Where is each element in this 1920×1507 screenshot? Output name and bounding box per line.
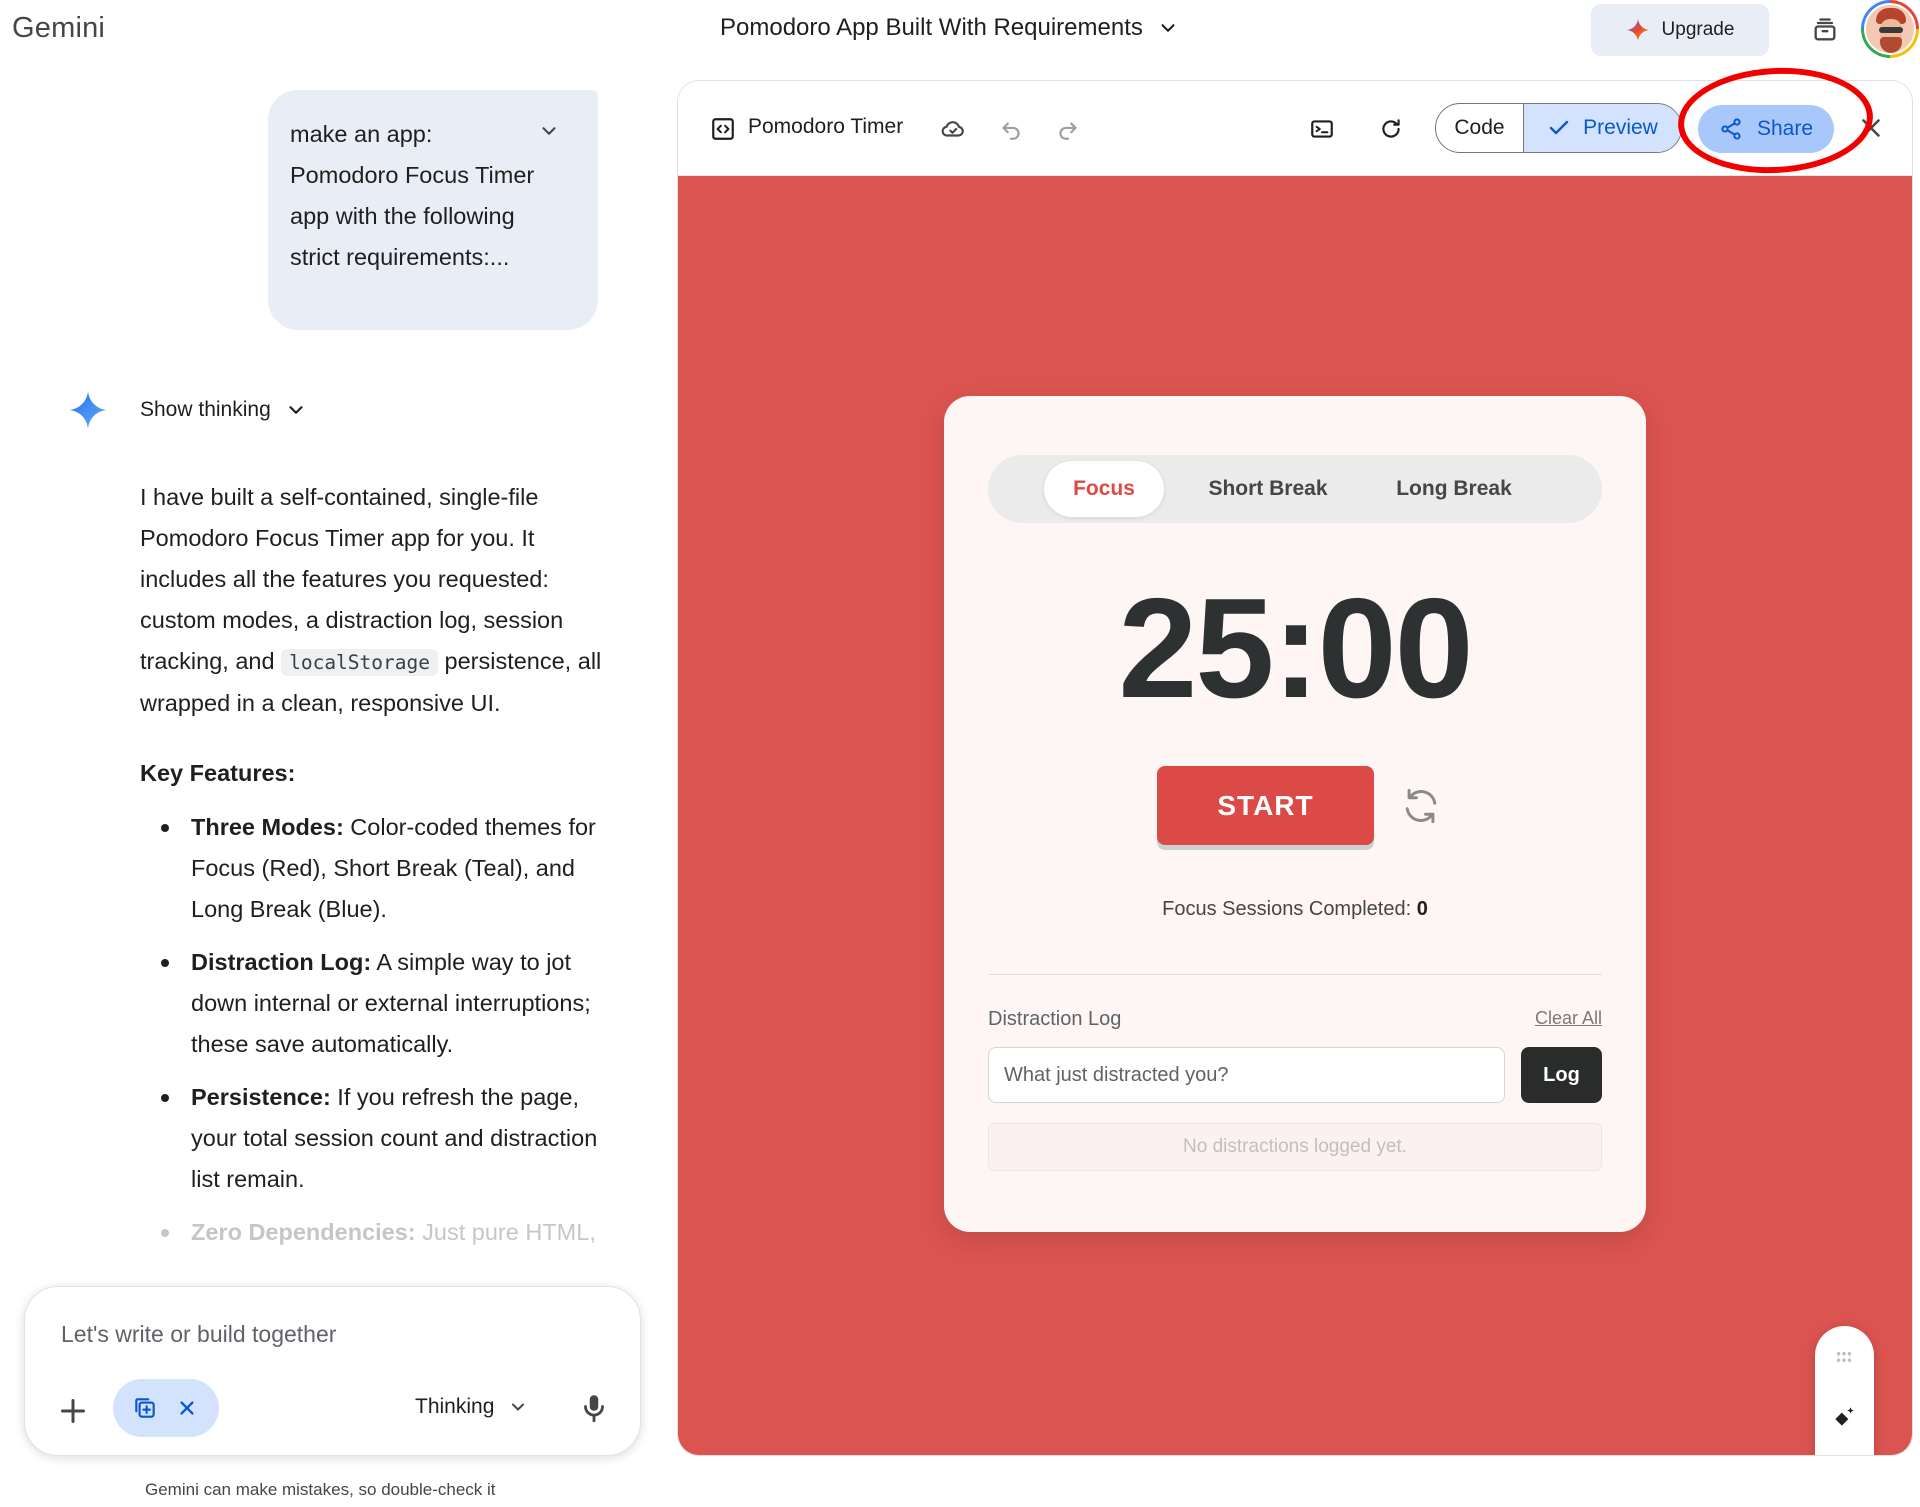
cloud-save-button[interactable] <box>938 114 968 144</box>
feature-title: Three Modes: <box>191 814 344 840</box>
drag-dots-icon <box>1836 1352 1852 1362</box>
show-thinking-toggle[interactable]: Show thinking <box>68 390 307 430</box>
close-icon[interactable] <box>174 1395 200 1421</box>
sessions-label: Focus Sessions Completed: <box>1162 898 1412 920</box>
magic-edit-icon <box>1835 1407 1854 1426</box>
divider <box>988 974 1602 975</box>
console-button[interactable] <box>1307 114 1337 144</box>
gemini-spark-icon <box>69 391 107 429</box>
top-bar: Gemini Pomodoro App Built With Requireme… <box>0 0 1920 62</box>
conversation-title-menu[interactable]: Pomodoro App Built With Requirements <box>720 14 1179 42</box>
undo-icon <box>1002 122 1020 140</box>
distraction-input[interactable] <box>988 1047 1505 1103</box>
prompt-input-box[interactable]: Let's write or build together Thinking <box>24 1286 641 1456</box>
mode-selector: Focus Short Break Long Break <box>988 455 1602 523</box>
model-mode-select[interactable]: Thinking <box>415 1395 528 1419</box>
tab-focus[interactable]: Focus <box>1044 461 1164 517</box>
canvas-icon <box>135 1398 155 1418</box>
archive-icon <box>1814 18 1836 41</box>
sessions-counter: Focus Sessions Completed: 0 <box>944 898 1646 921</box>
user-message-bubble: make an app: Pomodoro Focus Timer app wi… <box>268 90 598 330</box>
inline-code: localStorage <box>281 649 438 676</box>
user-message-text: make an app: Pomodoro Focus Timer app wi… <box>290 121 535 270</box>
undo-button[interactable] <box>996 114 1026 144</box>
preview-tab[interactable]: Preview <box>1524 104 1681 152</box>
start-button[interactable]: START <box>1157 766 1374 845</box>
microphone-icon[interactable] <box>577 1391 611 1425</box>
list-item: Distraction Log: A simple way to jot dow… <box>140 942 610 1065</box>
log-button[interactable]: Log <box>1521 1047 1602 1103</box>
code-tab[interactable]: Code <box>1436 104 1524 152</box>
redo-icon <box>1059 122 1077 140</box>
reset-icon[interactable] <box>1399 784 1443 828</box>
cloud-check-icon <box>941 121 964 137</box>
features-heading: Key Features: <box>140 760 296 786</box>
distraction-log-title: Distraction Log <box>988 1008 1122 1030</box>
preview-label: Preview <box>1583 116 1658 139</box>
list-item: Persistence: If you refresh the page, yo… <box>140 1077 610 1200</box>
code-file-button[interactable] <box>708 114 738 144</box>
prompt-placeholder[interactable]: Let's write or build together <box>61 1321 336 1348</box>
clear-all-link[interactable]: Clear All <box>1535 1008 1602 1029</box>
sessions-count: 0 <box>1416 898 1428 920</box>
distraction-list-empty: No distractions logged yet. <box>988 1123 1602 1171</box>
show-thinking-label: Show thinking <box>140 398 271 421</box>
tab-short-break[interactable]: Short Break <box>1184 461 1352 517</box>
response-text: I have built a self-contained, single-fi… <box>140 484 564 674</box>
chevron-down-icon <box>289 406 303 414</box>
conversation-title: Pomodoro App Built With Requirements <box>720 14 1143 41</box>
feature-list: Three Modes: Color-coded themes for Focu… <box>140 807 610 1265</box>
scroll-fade <box>130 1240 610 1280</box>
assistant-response: I have built a self-contained, single-fi… <box>140 477 610 724</box>
redo-button[interactable] <box>1053 114 1083 144</box>
gemini-logo[interactable]: Gemini <box>12 12 105 45</box>
ai-edit-button[interactable] <box>1829 1402 1859 1432</box>
archive-button[interactable] <box>1807 12 1843 48</box>
feature-title: Distraction Log: <box>191 949 372 975</box>
plus-icon[interactable] <box>55 1393 91 1429</box>
tab-long-break[interactable]: Long Break <box>1372 461 1536 517</box>
floating-toolbar <box>1815 1326 1874 1455</box>
view-toggle: Code Preview <box>1435 103 1682 153</box>
code-file-icon <box>712 118 734 140</box>
pomodoro-card: Focus Short Break Long Break 25:00 START… <box>944 396 1646 1232</box>
upgrade-label: Upgrade <box>1661 19 1735 40</box>
mode-label: Thinking <box>415 1395 495 1418</box>
expand-chevron-icon[interactable] <box>538 120 560 142</box>
canvas-tool-chip[interactable] <box>113 1379 219 1437</box>
list-item: Three Modes: Color-coded themes for Focu… <box>140 807 610 930</box>
refresh-preview-button[interactable] <box>1376 114 1406 144</box>
check-icon <box>1549 120 1569 135</box>
upgrade-button[interactable]: Upgrade <box>1591 4 1769 56</box>
feature-title: Persistence: <box>191 1084 331 1110</box>
app-preview: Focus Short Break Long Break 25:00 START… <box>678 176 1912 1455</box>
disclaimer-text: Gemini can make mistakes, so double-chec… <box>145 1480 496 1499</box>
refresh-icon <box>1382 119 1400 138</box>
canvas-panel: Pomodoro Timer Code Preview Share Focus … <box>677 80 1913 1456</box>
gemini-spark-icon <box>1626 19 1649 41</box>
avatar-image <box>1864 3 1916 55</box>
chevron-down-icon <box>1161 24 1175 32</box>
canvas-title: Pomodoro Timer <box>748 115 904 138</box>
terminal-icon <box>1311 120 1333 138</box>
drag-handle[interactable] <box>1829 1342 1859 1372</box>
user-avatar[interactable] <box>1861 0 1919 58</box>
chevron-down-icon <box>512 1403 525 1411</box>
timer-display: 25:00 <box>1118 569 1473 728</box>
